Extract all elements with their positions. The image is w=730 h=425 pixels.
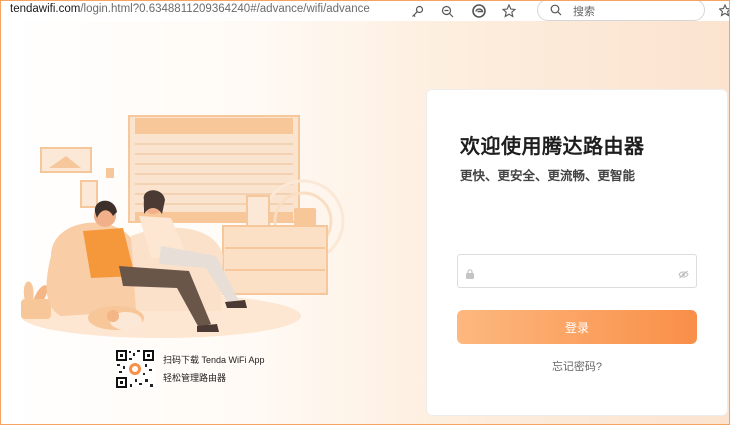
app-promo-line1: 扫码下载 Tenda WiFi App xyxy=(163,355,265,365)
zoom-out-icon[interactable] xyxy=(439,3,455,19)
favorites-icon[interactable] xyxy=(717,3,729,19)
key-icon[interactable] xyxy=(409,3,425,19)
star-icon[interactable] xyxy=(501,3,517,19)
search-box[interactable]: 搜索 xyxy=(537,1,705,21)
login-card: 欢迎使用腾达路由器 更快、更安全、更流畅、更智能 登录 忘记密码? xyxy=(426,89,728,416)
living-room-illustration xyxy=(21,115,345,338)
url-path: /login.html?0.6348811209364240#/advance/… xyxy=(80,3,370,15)
lock-icon xyxy=(465,266,475,284)
browser-window: tendawifi.com/login.html?0.6348811209364… xyxy=(0,0,730,425)
login-page: 扫码下载 Tenda WiFi App 轻松管理路由器 欢迎使用腾达路由器 更快… xyxy=(1,21,729,424)
search-icon xyxy=(550,3,562,21)
eye-hidden-icon[interactable] xyxy=(678,266,689,284)
url-text[interactable]: tendawifi.com/login.html?0.6348811209364… xyxy=(10,3,370,15)
search-placeholder: 搜索 xyxy=(573,6,595,18)
address-bar[interactable]: tendawifi.com/login.html?0.6348811209364… xyxy=(1,1,729,21)
app-promo-line2: 轻松管理路由器 xyxy=(163,373,227,383)
edge-icon[interactable] xyxy=(471,3,487,19)
url-host: tendawifi.com xyxy=(10,3,81,15)
forgot-password-link[interactable]: 忘记密码? xyxy=(427,358,727,374)
app-qr-code xyxy=(115,349,155,389)
page-title: 欢迎使用腾达路由器 xyxy=(460,136,645,158)
login-button[interactable]: 登录 xyxy=(457,310,697,344)
password-field[interactable] xyxy=(457,254,697,288)
page-subtitle: 更快、更安全、更流畅、更智能 xyxy=(460,169,636,183)
